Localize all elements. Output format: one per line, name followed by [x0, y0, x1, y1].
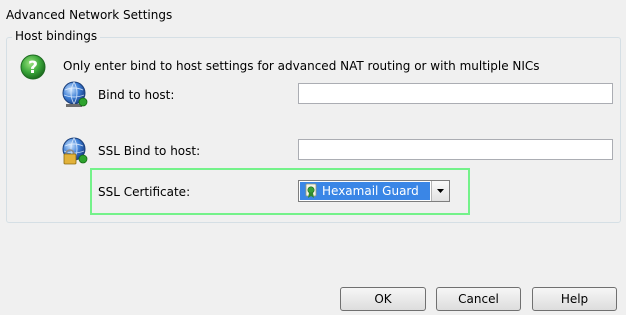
ssl-certificate-select[interactable]: Hexamail Guard [298, 180, 450, 202]
host-bindings-legend: Host bindings [12, 29, 101, 43]
bind-to-host-input[interactable] [298, 83, 613, 104]
ssl-certificate-value: Hexamail Guard [322, 184, 419, 198]
chevron-down-icon [437, 189, 444, 193]
cancel-button[interactable]: Cancel [436, 287, 521, 311]
svg-text:?: ? [28, 58, 38, 78]
ssl-bind-to-host-input[interactable] [298, 139, 613, 160]
help-button[interactable]: Help [532, 287, 617, 311]
question-mark-icon: ? [20, 54, 46, 80]
ssl-bind-to-host-label: SSL Bind to host: [98, 144, 201, 158]
dropdown-arrow-button[interactable] [431, 181, 449, 201]
globe-network-icon [61, 80, 89, 110]
host-bindings-hint: Only enter bind to host settings for adv… [63, 59, 540, 73]
window-title: Advanced Network Settings [6, 8, 173, 22]
ok-button[interactable]: OK [340, 287, 426, 311]
certificate-icon [304, 183, 318, 202]
ssl-certificate-selected[interactable]: Hexamail Guard [300, 182, 430, 200]
globe-lock-icon [61, 137, 89, 167]
bind-to-host-label: Bind to host: [98, 88, 175, 102]
ssl-certificate-label: SSL Certificate: [98, 185, 191, 199]
